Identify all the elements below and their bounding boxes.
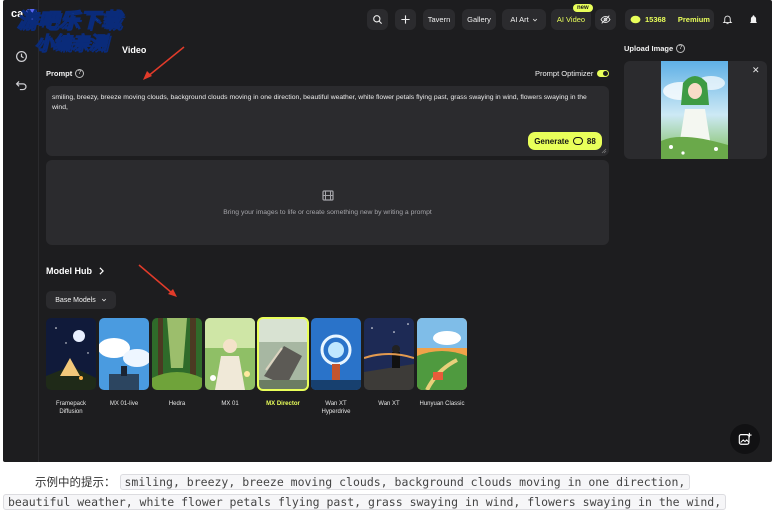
tavern-button[interactable]: Tavern [423, 9, 455, 30]
image-add-icon [738, 432, 752, 445]
ai-video-button[interactable]: AI Video [551, 9, 591, 30]
model-card-mx-director[interactable]: MX Director [257, 317, 309, 408]
app-window: ca Video 游吧乐下载 小编亲测 Tavern Gallery AI Ar… [3, 0, 772, 462]
uploaded-image [661, 61, 728, 159]
film-icon [321, 189, 334, 201]
annotation-arrow-icon [143, 46, 185, 80]
model-card-mx01-live[interactable]: MX 01-live [98, 318, 151, 408]
premium-label: Premium [677, 15, 710, 24]
gallery-button[interactable]: Gallery [462, 9, 496, 30]
left-rail: ca [3, 0, 39, 462]
plus-icon [401, 15, 410, 24]
model-hub-title[interactable]: Model Hub [46, 266, 105, 276]
model-card-hunyuan-classic[interactable]: Hunyuan Classic [417, 318, 467, 408]
prompt-label-text: Prompt [46, 69, 73, 78]
model-card-framepack[interactable]: Framepack Diffusion [46, 318, 96, 416]
prompt-optimizer[interactable]: Prompt Optimizer [535, 69, 610, 78]
search-icon [373, 15, 383, 25]
model-card-wan-xt[interactable]: Wan XT [363, 318, 415, 408]
ai-art-label: AI Art [510, 15, 529, 24]
credits-icon [630, 15, 641, 24]
model-thumbnail [46, 318, 96, 390]
watermark-line1: 游吧乐下载 [17, 10, 122, 33]
chevron-right-icon [99, 267, 104, 275]
prompt-optimizer-label: Prompt Optimizer [535, 69, 594, 78]
model-name: MX 01-live [109, 401, 139, 407]
generate-button[interactable]: Generate 88 [528, 132, 602, 150]
prompt-optimizer-toggle[interactable] [597, 70, 610, 77]
model-name-line2: Diffusion [59, 409, 83, 415]
credits-count: 15368 [645, 15, 666, 24]
avatar[interactable] [743, 9, 763, 30]
annotation-arrow-icon [138, 264, 177, 297]
model-name: MX Director [266, 401, 300, 407]
credits-premium-button[interactable]: 15368 Premium [625, 9, 714, 30]
model-thumbnail [98, 318, 151, 390]
model-card-wan-xt-hyperdrive[interactable]: Wan XT Hyperdrive [311, 318, 361, 416]
model-hub-label: Model Hub [46, 266, 92, 276]
new-badge: new [573, 4, 593, 12]
caption-prefix: 示例中的提示： [35, 477, 116, 489]
model-name-line2: Hyperdrive [321, 409, 351, 415]
model-name: Wan XT [378, 401, 400, 407]
ai-art-dropdown[interactable]: AI Art [502, 9, 546, 30]
base-models-label: Base Models [55, 296, 96, 304]
model-thumbnail [363, 318, 415, 390]
model-card-mx01[interactable]: MX 01 [205, 318, 255, 408]
caption-line1: 示例中的提示： smiling, breezy, breeze moving c… [35, 474, 691, 490]
model-thumbnail [311, 318, 361, 390]
bell-icon [722, 15, 733, 25]
upload-image-box[interactable]: ✕ [624, 61, 767, 159]
add-image-button[interactable] [730, 424, 760, 454]
preview-hint: Bring your images to life or create some… [223, 208, 432, 216]
resize-handle-icon[interactable] [601, 148, 607, 154]
avatar-icon [749, 15, 757, 23]
model-name: Hedra [168, 401, 186, 407]
caption-line2: beautiful weather, white flower petals f… [3, 493, 727, 511]
model-name: Wan XT [325, 401, 347, 407]
generate-label: Generate [534, 136, 569, 146]
hide-nsfw-button[interactable] [595, 9, 616, 30]
search-button[interactable] [367, 9, 388, 30]
close-icon[interactable]: ✕ [752, 65, 760, 76]
caption-code-line1: smiling, breezy, breeze moving clouds, b… [119, 474, 691, 490]
upload-image-label: Upload Image ? [624, 44, 686, 53]
notifications-button[interactable] [718, 9, 737, 30]
base-models-dropdown[interactable]: Base Models [46, 291, 116, 309]
model-thumbnail [205, 318, 255, 390]
prompt-label: Prompt ? [46, 69, 85, 78]
model-name: Framepack [55, 401, 86, 407]
generate-cost: 88 [586, 136, 596, 146]
upload-image-label-text: Upload Image [624, 44, 674, 53]
model-name: MX 01 [221, 401, 239, 407]
model-thumbnail [152, 318, 202, 390]
help-icon[interactable]: ? [75, 69, 85, 78]
caption-code-line2: beautiful weather, white flower petals f… [3, 494, 727, 510]
model-thumbnail [417, 318, 467, 391]
model-name: Hunyuan Classic [419, 401, 465, 407]
create-button[interactable] [395, 9, 416, 30]
chevron-down-icon [532, 18, 537, 21]
watermark: 游吧乐下载 小编亲测 [17, 10, 157, 54]
video-preview-area: Bring your images to life or create some… [46, 160, 609, 245]
model-thumbnail [257, 317, 309, 391]
eye-off-icon [600, 15, 611, 24]
undo-icon[interactable] [11, 75, 31, 95]
help-icon[interactable]: ? [676, 44, 686, 53]
chevron-down-icon [101, 298, 106, 302]
credits-icon [572, 137, 583, 145]
model-card-hedra[interactable]: Hedra [152, 318, 202, 408]
prompt-text[interactable]: smiling, breezy, breeze moving clouds, b… [52, 93, 597, 113]
prompt-input[interactable]: smiling, breezy, breeze moving clouds, b… [46, 86, 609, 156]
